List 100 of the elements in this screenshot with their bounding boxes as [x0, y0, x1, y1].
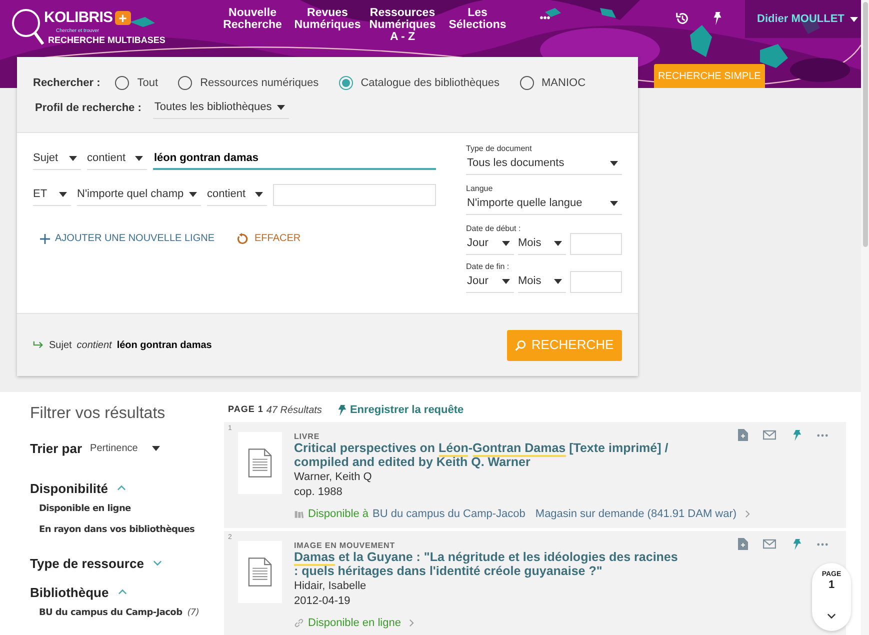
facet-option[interactable]: BU du campus du Camp-Jacob — [39, 607, 182, 621]
document-icon — [248, 557, 272, 587]
summary-field: Sujet — [49, 338, 72, 352]
logo-text: KOLIBRIS — [44, 8, 113, 28]
books-icon — [294, 510, 304, 519]
save-query-link[interactable]: Enregistrer la requête — [336, 402, 464, 418]
result-title[interactable]: Damas et la Guyane : "La négritude et les idéologies des racines : quels héritages dans l'identité créole guyanaise ?" — [294, 550, 680, 578]
facet-option[interactable]: Disponible en ligne — [39, 503, 131, 517]
plus-icon — [40, 234, 50, 244]
result-count: 47 Résultats — [266, 404, 322, 418]
magnifier-icon — [10, 7, 44, 45]
day-dropdown[interactable]: Jour — [466, 271, 514, 293]
caret-icon — [502, 279, 510, 284]
condition-dropdown[interactable]: contient — [207, 184, 267, 206]
caret-icon — [189, 192, 197, 197]
condition-dropdown[interactable]: contient — [87, 148, 147, 170]
mail-icon[interactable] — [763, 539, 776, 549]
history-icon[interactable] — [675, 11, 690, 26]
caret-icon — [255, 192, 263, 197]
scrollbar-thumb[interactable] — [863, 2, 868, 247]
caret-icon — [850, 16, 858, 22]
radio-button[interactable] — [520, 76, 534, 90]
field-label: Profil de recherche : — [35, 100, 142, 116]
facet-header[interactable]: Bibliothèque — [30, 584, 127, 600]
radio-option[interactable]: Catalogue des bibliothèques — [338, 74, 500, 92]
document-type: LIVRE — [294, 432, 320, 441]
nav-link[interactable]: Nouvelle Recherche — [215, 0, 290, 31]
year-input[interactable] — [570, 233, 622, 255]
nav-link[interactable]: Ressources Numériques A - Z — [365, 0, 440, 43]
caret-icon — [59, 192, 67, 197]
facet-header[interactable]: Disponibilité — [30, 480, 126, 496]
page-number: 1 — [828, 579, 835, 591]
summary-value: léon gontran damas — [116, 338, 212, 352]
radio-option[interactable]: Ressources numériques — [178, 74, 319, 92]
arrow-icon — [33, 341, 44, 349]
document-export-icon[interactable] — [738, 429, 748, 441]
caret-icon — [69, 156, 77, 161]
mail-icon[interactable] — [763, 430, 776, 440]
document-type: IMAGE EN MOUVEMENT — [294, 541, 395, 550]
facet-count: (7) — [187, 607, 200, 620]
result-date: cop. 1988 — [294, 486, 344, 499]
logo-plus: + — [114, 11, 131, 25]
filter-dropdown[interactable]: Tous les documents — [466, 153, 622, 175]
clear-button[interactable]: EFFACER — [236, 231, 301, 246]
add-line-button[interactable]: AJOUTER UNE NOUVELLE LIGNE — [40, 231, 214, 246]
more-icon[interactable] — [817, 542, 828, 546]
radio-option[interactable]: MANIOC — [520, 74, 586, 92]
caret-icon — [135, 156, 143, 161]
user-menu[interactable]: Didier MOULLET — [745, 0, 861, 38]
date-label: Date de début : — [466, 224, 522, 233]
year-input[interactable] — [570, 271, 622, 293]
month-dropdown[interactable]: Mois — [518, 233, 566, 255]
facet-header[interactable]: Type de ressource — [30, 556, 162, 570]
more-icon[interactable] — [817, 434, 828, 436]
document-icon — [248, 448, 272, 478]
radio-button[interactable] — [115, 76, 130, 90]
sort-dropdown[interactable]: Pertinence — [90, 441, 160, 456]
caret-icon — [277, 105, 286, 110]
availability-link[interactable]: Disponible à BU du campus du Camp-Jacob Magasin sur demande (841.91 DAM war) — [294, 506, 750, 522]
date-label: Date de fin : — [466, 262, 510, 271]
month-dropdown[interactable]: Mois — [518, 271, 566, 293]
result-author: Hidair, Isabelle — [294, 580, 368, 593]
radio-button[interactable] — [178, 76, 192, 90]
caret-icon — [554, 279, 562, 284]
result-title[interactable]: Critical perspectives on Léon-Gontran Damas [Texte imprimé] / compiled and edited by Keith Q. Warner — [294, 441, 680, 469]
result-date: 2012-04-19 — [294, 595, 352, 608]
chevron-right-icon — [744, 510, 750, 518]
radio-option[interactable]: Tout — [115, 74, 158, 92]
search-input[interactable] — [273, 184, 436, 206]
pin-icon — [336, 404, 347, 416]
operator-dropdown[interactable]: ET — [33, 184, 71, 206]
caret-icon — [610, 161, 618, 166]
field-label: Rechercher : — [33, 76, 100, 91]
filter-title: Filtrer vos résultats — [30, 404, 166, 424]
chevron-down-icon[interactable] — [827, 613, 836, 619]
caret-icon — [152, 446, 160, 452]
field-dropdown[interactable]: N'importe quel champ — [77, 184, 201, 206]
reset-icon — [236, 232, 248, 244]
field-dropdown[interactable]: Sujet — [33, 148, 81, 170]
chevron-right-icon — [408, 619, 414, 628]
caret-icon — [610, 201, 618, 206]
search-icon — [515, 340, 526, 350]
filter-label: Langue — [466, 184, 494, 193]
page-label: PAGE 1 — [228, 403, 264, 416]
caret-icon — [554, 241, 562, 246]
nav-link[interactable]: Revues Numériques — [290, 0, 365, 31]
caret-icon — [502, 241, 510, 246]
search-input[interactable]: léon gontran damas — [153, 148, 436, 170]
link-icon — [294, 618, 304, 628]
filter-dropdown[interactable]: N'importe quelle langue — [466, 193, 622, 215]
document-export-icon[interactable] — [738, 538, 748, 550]
day-dropdown[interactable]: Jour — [466, 233, 514, 255]
summary-condition: contient — [76, 338, 112, 352]
profile-dropdown[interactable]: Toutes les bibliothèques — [153, 97, 290, 119]
more-button[interactable]: ••• — [515, 0, 575, 26]
logo-subtitle: RECHERCHE MULTIBASES — [47, 34, 166, 46]
result-author: Warner, Keith Q — [294, 471, 373, 484]
nav-link[interactable]: Les Sélections — [440, 0, 515, 31]
radio-button[interactable] — [338, 76, 353, 90]
facet-option[interactable]: En rayon dans vos bibliothèques — [39, 524, 195, 538]
